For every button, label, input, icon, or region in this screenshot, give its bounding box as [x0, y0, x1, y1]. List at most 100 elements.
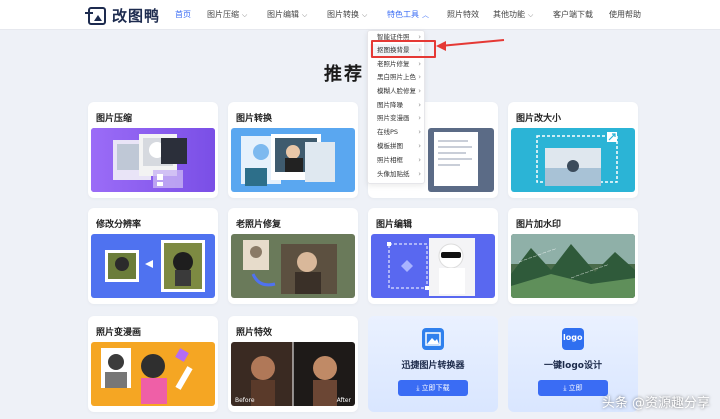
watermark-text: 头条 @资源趣分享	[601, 396, 710, 411]
nav-other-functions[interactable]: 其他功能 ⌵	[493, 9, 533, 20]
dropdown-item-label: 照片变漫画	[377, 114, 410, 122]
card-illustration	[231, 128, 355, 192]
card-title: 照片变漫画	[96, 328, 142, 338]
card-illustration: Before After	[231, 342, 355, 406]
promo-title: 迅捷图片转换器	[401, 361, 465, 371]
card-title: 图片加水印	[516, 220, 562, 230]
dropdown-item[interactable]: 照片相框 ›	[370, 154, 422, 167]
dropdown-item[interactable]: 图片降噪 ›	[370, 99, 422, 112]
image-converter-app-icon	[422, 328, 444, 350]
card-title: 老照片修复	[236, 220, 282, 230]
chevron-down-icon: ⌵	[362, 11, 368, 19]
nav-photo-effects-label: 照片特效	[447, 10, 479, 19]
dropdown-item[interactable]: 模板拼图 ›	[370, 140, 422, 153]
chevron-right-icon: ›	[418, 114, 421, 122]
nav-home[interactable]: 首页	[175, 9, 191, 20]
dropdown-item-label: 黑白照片上色	[377, 73, 416, 81]
chevron-right-icon: ›	[418, 142, 421, 150]
chevron-right-icon: ›	[418, 170, 421, 178]
logo-design-app-icon: logo	[562, 328, 584, 350]
download-now-label: 立即	[568, 384, 583, 392]
image-compress-illustration	[91, 128, 215, 192]
nav-image-edit-label: 图片编辑	[267, 10, 299, 19]
card-illustration	[91, 128, 215, 192]
dropdown-item[interactable]: 照片变漫画 ›	[370, 112, 422, 125]
dropdown-item-label: 图片降噪	[377, 101, 403, 109]
picture-icon	[425, 332, 441, 346]
download-now-button[interactable]: ⤓ 立即	[538, 380, 608, 396]
chevron-down-icon: ⌵	[242, 11, 248, 19]
tool-card-image-resize[interactable]: 图片改大小	[508, 102, 638, 198]
old-photo-illustration	[231, 234, 355, 298]
tool-card-photo-effects[interactable]: 照片特效 Before After	[228, 316, 358, 412]
nav-help[interactable]: 使用帮助	[609, 9, 641, 20]
card-title: 图片改大小	[516, 114, 562, 124]
card-title: 图片编辑	[376, 220, 413, 230]
promo-title: 一键logo设计	[544, 361, 602, 371]
tool-card-image-edit[interactable]: 图片编辑	[368, 208, 498, 304]
before-label: Before	[235, 397, 255, 404]
annotation-arrow-icon	[436, 39, 505, 51]
nav-home-label: 首页	[175, 10, 191, 19]
dropdown-item-label: 模糊人脸修复	[377, 87, 416, 95]
chevron-right-icon: ›	[418, 101, 421, 109]
tool-card-image-watermark[interactable]: 图片加水印 ~~~~~~~~ ~~~~~~~~	[508, 208, 638, 304]
nav-image-edit[interactable]: 图片编辑 ⌵	[267, 9, 307, 20]
card-illustration	[91, 342, 215, 406]
card-illustration	[371, 234, 495, 298]
card-title: 图片压缩	[96, 114, 133, 124]
dropdown-item[interactable]: 模糊人脸修复 ›	[370, 85, 422, 98]
dropdown-item-label: 头像加贴纸	[377, 170, 410, 178]
watermark-illustration: ~~~~~~~~ ~~~~~~~~	[511, 234, 635, 298]
nav-image-convert[interactable]: 图片转换 ⌵	[327, 9, 367, 20]
chevron-down-icon: ⌵	[302, 11, 308, 19]
nav-photo-effects[interactable]: 照片特效	[447, 9, 479, 20]
image-resize-illustration	[511, 128, 635, 192]
chevron-right-icon: ›	[418, 156, 421, 164]
nav-image-convert-label: 图片转换	[327, 10, 359, 19]
card-illustration	[511, 128, 635, 192]
dropdown-item[interactable]: 头像加贴纸 ›	[370, 168, 422, 181]
main-nav: 首页 图片压缩 ⌵ 图片编辑 ⌵ 图片转换 ⌵ 特色工具 ︿ 照片特效 其他功能 ⌵ 客户…	[0, 0, 720, 30]
tool-card-photo-to-comic[interactable]: 照片变漫画	[88, 316, 218, 412]
top-nav-bar: 改图鸭 首页 图片压缩 ⌵ 图片编辑 ⌵ 图片转换 ⌵ 特色工具 ︿ 照片特效 其他功能…	[0, 0, 720, 30]
nav-special-tools-label: 特色工具	[387, 10, 419, 19]
dropdown-item[interactable]: 老照片修复 ›	[370, 58, 422, 71]
card-title: 修改分辨率	[96, 220, 142, 230]
nav-other-functions-label: 其他功能	[493, 10, 525, 19]
dropdown-item[interactable]: 黑白照片上色 ›	[370, 71, 422, 84]
tool-card-image-convert[interactable]: 图片转换	[228, 102, 358, 198]
nav-image-compress[interactable]: 图片压缩 ⌵	[207, 9, 247, 20]
card-illustration	[231, 234, 355, 298]
dropdown-item-label: 老照片修复	[377, 60, 410, 68]
dropdown-item-label: 照片相框	[377, 156, 403, 164]
promo-card-image-converter[interactable]: 迅捷图片转换器 ⤓ 立即下载	[368, 316, 498, 412]
download-now-label: 立即下载	[421, 384, 450, 392]
nav-help-label: 使用帮助	[609, 10, 641, 19]
tool-card-image-compress[interactable]: 图片压缩	[88, 102, 218, 198]
annotation-highlight-box	[371, 40, 436, 58]
logo-icon-text: logo	[563, 333, 583, 342]
dropdown-item[interactable]: 在线PS ›	[370, 126, 422, 139]
chevron-right-icon: ›	[418, 87, 421, 95]
nav-special-tools[interactable]: 特色工具 ︿	[387, 9, 429, 20]
chevron-right-icon: ›	[418, 60, 421, 68]
comic-illustration	[91, 342, 215, 406]
image-convert-illustration	[231, 128, 355, 192]
tool-card-change-resolution[interactable]: 修改分辨率	[88, 208, 218, 304]
card-title: 照片特效	[236, 328, 273, 338]
chevron-right-icon: ›	[418, 128, 421, 136]
card-title: 图片转换	[236, 114, 273, 124]
document-illustration	[428, 128, 494, 192]
dropdown-item-label: 在线PS	[377, 128, 399, 136]
card-illustration: ~~~~~~~~ ~~~~~~~~	[511, 234, 635, 298]
card-illustration	[428, 128, 494, 192]
tool-card-old-photo-restore[interactable]: 老照片修复	[228, 208, 358, 304]
chevron-down-icon: ⌵	[528, 11, 534, 19]
download-now-button[interactable]: ⤓ 立即下载	[398, 380, 468, 396]
dropdown-item-label: 模板拼图	[377, 142, 403, 150]
nav-client-download[interactable]: 客户端下载	[553, 9, 593, 20]
section-title: 推荐	[324, 64, 364, 85]
chevron-right-icon: ›	[418, 73, 421, 81]
nav-image-compress-label: 图片压缩	[207, 10, 239, 19]
